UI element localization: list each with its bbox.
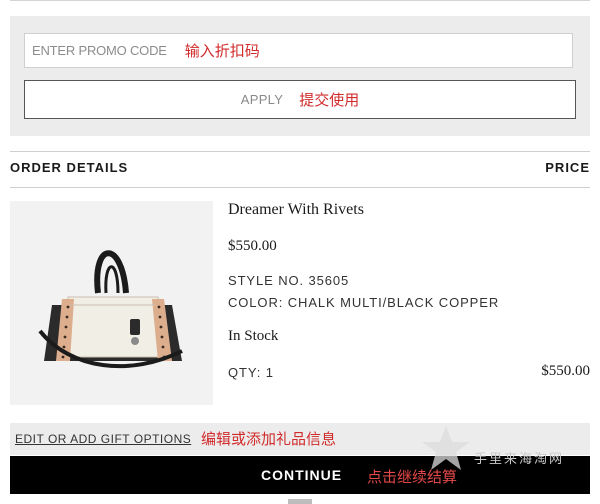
apply-annotation: 提交使用	[299, 91, 360, 109]
line-item-price: $550.00	[541, 363, 590, 379]
promo-code-placeholder: ENTER PROMO CODE	[32, 43, 167, 58]
handbag-illustration	[38, 250, 183, 369]
continue-annotation: 点击继续结算	[367, 468, 458, 486]
continue-button-label: CONTINUE	[261, 467, 343, 483]
apply-button-label: APPLY	[240, 92, 284, 107]
promo-code-input[interactable]: ENTER PROMO CODE 输入折扣码	[24, 33, 573, 68]
order-details-header: ORDER DETAILS	[10, 160, 129, 175]
gift-options-annotation: 编辑或添加礼品信息	[201, 430, 337, 448]
top-divider	[10, 0, 590, 1]
gift-options-row: EDIT OR ADD GIFT OPTIONS 编辑或添加礼品信息	[10, 423, 590, 455]
product-name[interactable]: Dreamer With Rivets	[228, 201, 364, 219]
product-image[interactable]	[10, 201, 213, 405]
stock-status: In Stock	[228, 328, 279, 344]
product-price: $550.00	[228, 238, 277, 254]
continue-button[interactable]: CONTINUE 点击继续结算	[10, 456, 590, 494]
price-header: PRICE	[545, 160, 590, 175]
apply-button[interactable]: APPLY 提交使用	[24, 80, 576, 119]
product-quantity: QTY: 1	[228, 365, 274, 380]
product-color: COLOR: CHALK MULTI/BLACK COPPER	[228, 295, 500, 310]
product-style-number: STYLE NO. 35605	[228, 273, 350, 288]
header-bottom-divider	[10, 187, 590, 188]
promo-panel: ENTER PROMO CODE 输入折扣码 APPLY 提交使用	[10, 16, 590, 136]
scroll-indicator[interactable]	[288, 499, 312, 504]
promo-code-annotation: 输入折扣码	[184, 42, 260, 60]
header-top-divider	[10, 151, 590, 152]
gift-options-link[interactable]: EDIT OR ADD GIFT OPTIONS	[15, 432, 191, 446]
